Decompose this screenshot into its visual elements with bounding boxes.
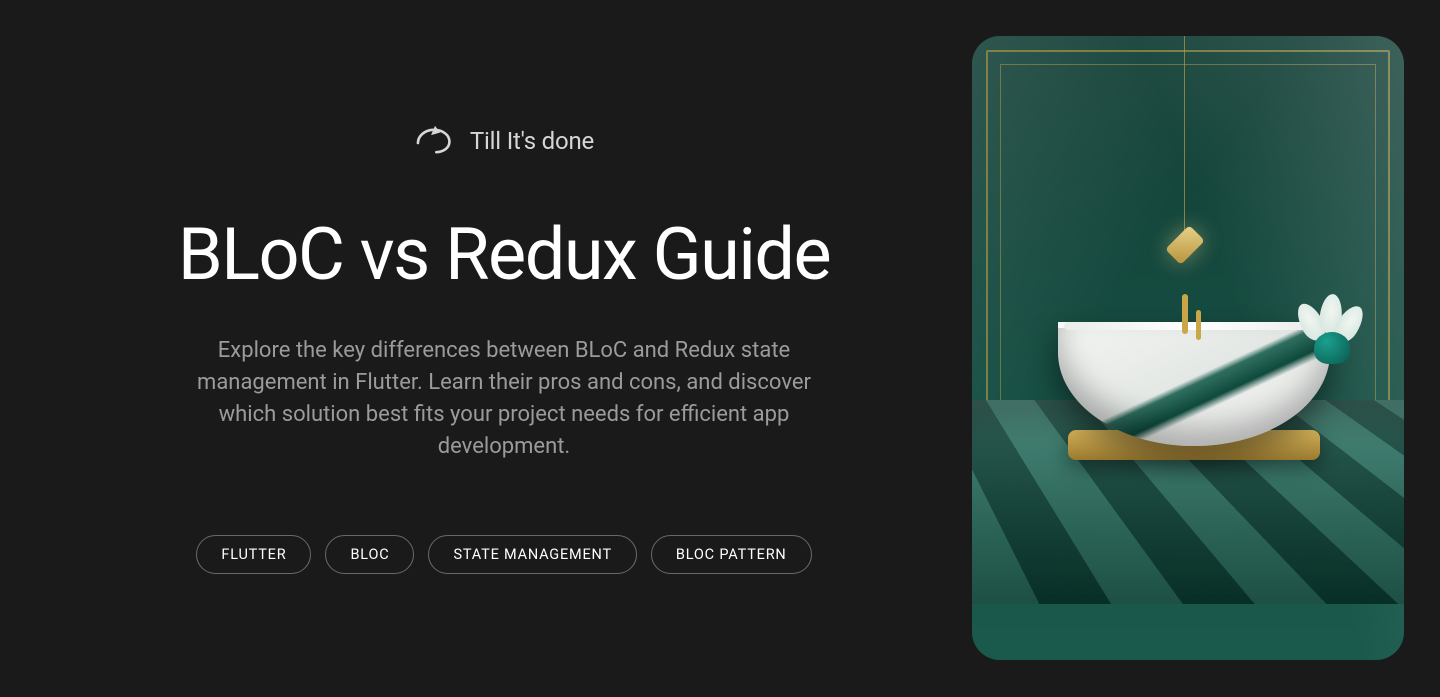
tag-flutter[interactable]: FLUTTER [196,535,311,574]
content-block: Till It's done BLoC vs Redux Guide Explo… [124,123,884,573]
tag-list: FLUTTER BLOC STATE MANAGEMENT BLOC PATTE… [196,535,811,574]
tag-bloc-pattern[interactable]: BLOC PATTERN [651,535,812,574]
page-root: Till It's done BLoC vs Redux Guide Explo… [0,0,1440,697]
hero-image [972,36,1404,660]
tag-bloc[interactable]: BLOC [325,535,414,574]
page-description: Explore the key differences between BLoC… [169,335,839,463]
hero-art [972,36,1404,660]
brand-logo-icon [414,123,456,159]
page-title: BLoC vs Redux Guide [178,217,830,293]
brand: Till It's done [414,123,594,159]
content-column: Till It's done BLoC vs Redux Guide Explo… [36,36,972,661]
brand-name: Till It's done [470,127,594,155]
tag-state-management[interactable]: STATE MANAGEMENT [428,535,636,574]
